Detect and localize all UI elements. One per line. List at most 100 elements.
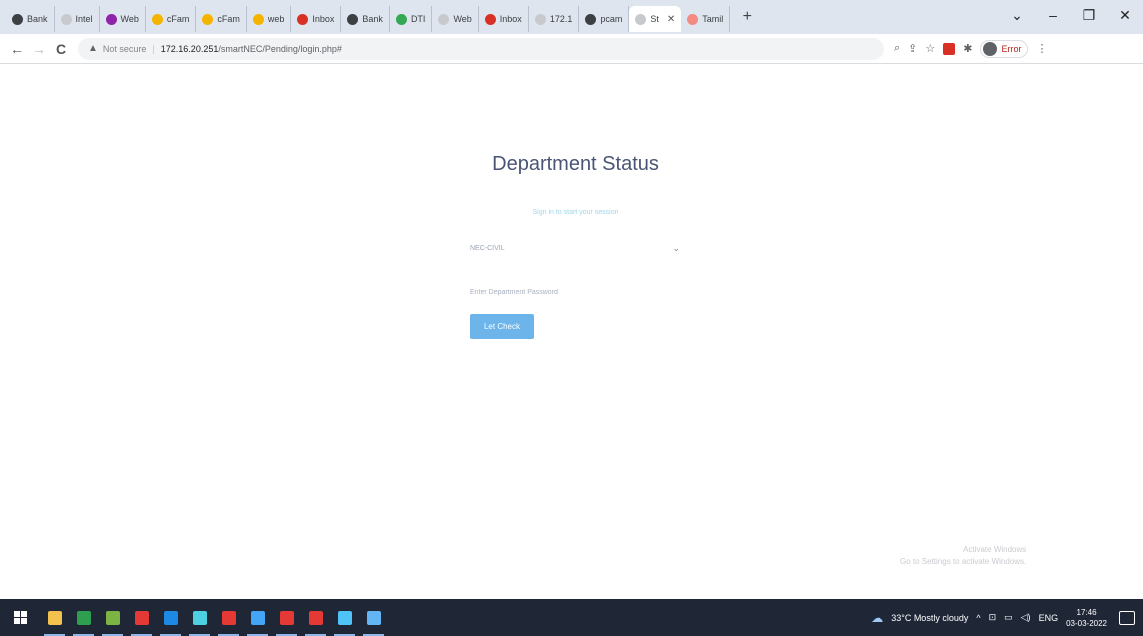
toolbar-icons: ⌕ ⇪ ☆ ✱ Error ⋮ [894,39,1047,58]
tab-search-icon[interactable]: ⌄ [999,7,1035,24]
maximize-button[interactable]: ❐ [1071,7,1107,24]
pdf-icon-3[interactable] [301,599,330,636]
tab-label: Inbox [499,14,522,24]
browser-tab[interactable]: Intel [55,6,100,32]
app-glyph [192,610,207,625]
tab-label: cFam [166,14,190,24]
let-check-button[interactable]: Let Check [470,314,534,339]
tab-favicon-icon [12,13,23,25]
browser-tab[interactable]: Inbox [479,6,529,32]
document-icon[interactable] [359,599,388,636]
reload-button[interactable]: C [50,41,72,57]
excel-icon[interactable] [69,599,98,636]
notification-icon[interactable] [1119,610,1135,625]
browser-tab[interactable]: St ✕ [629,6,682,32]
browser-tab[interactable]: pcam [579,6,630,32]
browser-tab[interactable]: Web [100,6,146,32]
tab-label: pcam [600,14,623,24]
pdf-icon[interactable] [214,599,243,636]
password-field[interactable] [468,281,686,303]
tab-label: Tamil [702,14,724,24]
tab-favicon-icon [635,13,647,25]
login-subtitle: Sign in to start your session [532,209,619,216]
menu-kebab-icon[interactable]: ⋮ [1036,42,1047,55]
tab-favicon-icon [60,13,72,25]
tab-label: DTI [410,14,426,24]
edge-icon[interactable] [185,599,214,636]
browser-tab[interactable]: Bank [341,6,390,32]
window-controls: ⌄ – ❐ ✕ [999,0,1143,30]
language-indicator[interactable]: ENG [1039,613,1059,623]
file-explorer-icon[interactable] [40,599,69,636]
tab-label: Intel [75,14,93,24]
tab-favicon-icon [151,13,163,25]
weather-cloud-icon[interactable]: ☁ [871,611,883,625]
app-glyph [47,610,62,625]
forward-button[interactable]: → [28,41,50,57]
app-glyph [366,610,381,625]
browser-tab[interactable]: web [247,6,292,32]
chevron-down-icon: ⌄ [672,242,680,253]
clock[interactable]: 17:46 03-03-2022 [1066,607,1107,629]
browser-tab[interactable]: cFam [196,6,247,32]
tab-label: cFam [217,14,240,24]
browser-tab[interactable]: Bank [6,6,55,32]
page-title: Department Status [492,153,659,175]
new-tab-button[interactable]: + [738,8,756,26]
app-glyph [337,610,352,625]
windows-logo-icon [13,611,27,624]
weather-text[interactable]: 33°C Mostly cloudy [891,613,968,623]
tab-favicon-icon [534,13,546,25]
tab-favicon-icon [395,13,407,25]
app-glyph [250,610,265,625]
start-button[interactable] [0,599,40,636]
notepad-icon[interactable] [98,599,127,636]
chrome-icon[interactable] [156,599,185,636]
browser-toolbar: ← → C ▲ Not secure | 172.16.20.251 /smar… [0,34,1143,64]
tab-favicon-icon [438,13,450,25]
security-label[interactable]: Not secure [103,44,147,54]
tab-label: St [650,14,659,24]
tab-label: 172.1 [549,14,573,24]
zoom-search-icon[interactable]: ⌕ [894,42,900,55]
tab-label: Inbox [312,14,335,24]
department-select[interactable]: NEC-CIVIL ⌄ [468,237,686,259]
tab-label: Bank [362,14,383,24]
pdf-icon-2[interactable] [272,599,301,636]
profile-button[interactable]: Error [980,39,1029,58]
minimize-button[interactable]: – [1035,7,1071,23]
chrome-icon-2[interactable] [330,599,359,636]
browser-tab[interactable]: Inbox [291,6,342,32]
warning-icon[interactable]: ▲ [88,43,98,54]
tab-favicon-icon [105,13,117,25]
browser-tab[interactable]: DTI [390,6,433,32]
tab-favicon-icon [347,13,359,25]
paint-icon[interactable] [127,599,156,636]
browser-tab[interactable]: 172.1 [529,6,580,32]
extensions-puzzle-icon[interactable]: ✱ [963,42,972,55]
profile-error-label: Error [1001,43,1022,54]
clock-time: 17:46 [1076,607,1097,617]
close-window-button[interactable]: ✕ [1107,7,1143,24]
back-button[interactable]: ← [6,41,28,57]
activate-windows-watermark: Activate Windows Go to Settings to activ… [900,544,1026,568]
tab-favicon-icon [297,13,309,25]
tab-favicon-icon [585,13,597,25]
browser-tab[interactable]: Web [432,6,479,32]
battery-icon[interactable]: ▭ [1004,612,1013,623]
app-glyph [279,610,294,625]
bookmark-star-icon[interactable]: ☆ [925,42,935,55]
network-icon[interactable]: ⊡ [989,612,997,623]
address-divider: | [152,43,155,54]
system-tray: ☁ 33°C Mostly cloudy ^ ⊡ ▭ ◁) ENG 17:46 … [871,599,1143,636]
close-tab-icon[interactable]: ✕ [667,14,675,25]
pdf-extension-icon[interactable] [943,42,956,55]
browser-tab[interactable]: cFam [146,6,197,32]
tab-favicon-icon [484,13,496,25]
browser-tab[interactable]: Tamil [681,6,731,32]
tray-overflow-icon[interactable]: ^ [976,613,980,623]
search-app-icon[interactable] [243,599,272,636]
address-bar[interactable]: ▲ Not secure | 172.16.20.251 /smartNEC/P… [78,37,884,60]
share-icon[interactable]: ⇪ [908,42,917,55]
volume-icon[interactable]: ◁) [1021,612,1031,623]
